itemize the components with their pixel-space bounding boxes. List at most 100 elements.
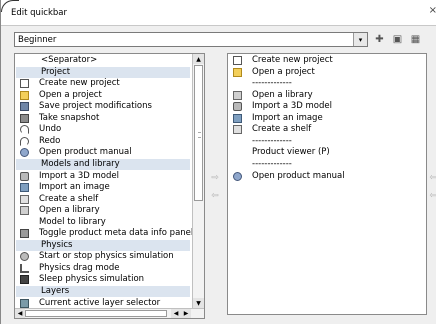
undo-icon xyxy=(20,125,29,135)
available-item-label: Open a project xyxy=(39,89,102,100)
quickbar-item-label: Product viewer (P) xyxy=(252,147,330,158)
available-item[interactable]: Create a shelf xyxy=(16,194,190,205)
scroll-right-icon[interactable]: ▶ xyxy=(181,309,191,318)
available-item-label: Redo xyxy=(39,135,61,146)
manual-icon xyxy=(233,171,242,181)
available-item[interactable]: Toggle product meta data info panel xyxy=(16,228,194,239)
redo-icon xyxy=(20,136,29,146)
available-item[interactable]: Start or stop physics simulation xyxy=(16,251,190,262)
quickbar-item-label: Import a 3D model xyxy=(252,101,332,112)
quickbar-item-label: Create new project xyxy=(252,55,333,65)
quickbar-item-label: Create a shelf xyxy=(252,124,312,135)
library-icon xyxy=(233,90,242,100)
available-item[interactable]: Open product manual xyxy=(16,147,190,158)
available-item-label: Physics drag mode xyxy=(39,262,120,273)
chevron-down-icon[interactable]: ▾ xyxy=(353,33,367,46)
move-up-icon[interactable]: ⇦ xyxy=(429,172,436,184)
available-item-label: Toggle product meta data info panel xyxy=(39,228,194,239)
available-item-label: Sleep physics simulation xyxy=(39,274,145,285)
available-item-label: Open product manual xyxy=(39,147,132,158)
scroll-left-end-icon[interactable]: ◀ xyxy=(171,309,181,318)
drag-icon xyxy=(20,263,29,273)
available-item[interactable]: Model to library xyxy=(16,217,190,228)
quickbar-item-label: Open product manual xyxy=(252,170,345,181)
available-item-label: Models and library xyxy=(41,158,120,169)
available-group-header[interactable]: Physics xyxy=(16,239,190,251)
available-item-label: Model to library xyxy=(39,216,106,227)
scroll-down-icon[interactable]: ▼ xyxy=(193,298,204,308)
quickbar-actions-list[interactable]: Create new project Open a project --------… xyxy=(227,53,427,315)
gear-icon xyxy=(20,252,29,262)
toggle-icon xyxy=(20,229,29,239)
available-item-label: Project xyxy=(41,66,71,77)
edit-quickbar-dialog: Edit quickbar × Beginner ▾ ✚ ▣ ▦ <Separa… xyxy=(0,0,436,324)
available-item[interactable]: Open a library xyxy=(16,205,190,216)
folder-icon xyxy=(233,67,242,77)
available-group-header[interactable]: Project xyxy=(16,66,190,78)
available-group-header[interactable]: Models and library xyxy=(16,158,190,170)
available-item-label: Open a library xyxy=(39,205,100,216)
save-icon xyxy=(20,102,29,112)
grid-icon[interactable]: ▦ xyxy=(408,32,423,47)
scroll-thumb[interactable] xyxy=(194,65,203,201)
available-item[interactable]: Undo xyxy=(16,124,190,135)
available-item-label: Create a shelf xyxy=(39,193,99,204)
shelf-icon xyxy=(233,125,242,135)
add-icon[interactable]: ✚ xyxy=(372,32,387,47)
available-item-label: Physics xyxy=(41,239,73,250)
available-item[interactable]: <Separator> xyxy=(16,55,190,66)
quickbar-item-label: Open a project xyxy=(252,66,315,77)
available-item[interactable]: Sleep physics simulation xyxy=(16,274,190,285)
layer-icon xyxy=(20,298,29,308)
available-item-label: Start or stop physics simulation xyxy=(39,251,174,262)
copy-icon[interactable]: ▣ xyxy=(390,32,405,47)
available-group-header[interactable]: Layers xyxy=(16,286,190,297)
scroll-left-icon[interactable]: ◀ xyxy=(15,309,25,318)
available-item[interactable]: Import a 3D model xyxy=(16,171,190,182)
available-item-label: <Separator> xyxy=(41,55,98,65)
available-item[interactable]: Take snapshot xyxy=(16,113,190,124)
add-to-quickbar-icon[interactable]: ⇨ xyxy=(209,172,221,184)
available-item-label: Take snapshot xyxy=(39,112,100,123)
library-icon xyxy=(20,206,29,216)
image-icon xyxy=(233,113,242,123)
scroll-up-icon[interactable]: ▲ xyxy=(193,54,204,64)
move-down-icon[interactable]: ⇦ xyxy=(429,190,436,202)
quickbar-preset-select[interactable]: Beginner ▾ xyxy=(14,32,368,47)
available-item-label: Create new project xyxy=(39,78,120,89)
window-title: Edit quickbar xyxy=(11,8,68,18)
horizontal-scrollbar[interactable]: ◀ ◀ ▶ xyxy=(15,308,204,318)
model-icon xyxy=(233,102,242,112)
vertical-scrollbar[interactable]: ▲ ▼ xyxy=(192,54,204,308)
available-item[interactable]: Import an image xyxy=(16,182,190,193)
preset-value: Beginner xyxy=(18,35,57,45)
image-icon xyxy=(20,183,29,193)
doc-icon xyxy=(233,56,242,65)
quickbar-item-label: Import an image xyxy=(252,112,323,123)
available-item[interactable]: Current active layer selector xyxy=(16,298,190,309)
shelf-icon xyxy=(20,194,29,204)
remove-from-quickbar-icon[interactable]: ⇦ xyxy=(209,190,221,202)
title-bar[interactable]: Edit quickbar × xyxy=(1,0,436,26)
grip-icon xyxy=(198,132,201,138)
folder-icon xyxy=(20,90,29,100)
snap-icon xyxy=(20,113,29,123)
hscroll-thumb[interactable] xyxy=(25,310,167,317)
available-actions-list[interactable]: <Separator> Project Create new project Open… xyxy=(14,53,205,319)
available-item-label: Import a 3D model xyxy=(39,170,119,181)
available-item[interactable]: Create new project xyxy=(16,78,190,89)
quickbar-item-label: ------------- xyxy=(252,78,292,89)
available-item[interactable]: Save project modifications xyxy=(16,101,190,112)
sleep-icon xyxy=(20,275,29,285)
available-item[interactable]: Open a project xyxy=(16,90,190,101)
available-item-label: Import an image xyxy=(39,182,110,193)
available-item[interactable]: Redo xyxy=(16,136,190,147)
model-icon xyxy=(20,171,29,181)
close-icon[interactable]: × xyxy=(429,5,436,16)
doc-icon xyxy=(20,79,29,89)
available-item-label: Current active layer selector xyxy=(39,297,161,308)
quickbar-item-label: Open a library xyxy=(252,89,313,100)
available-item-label: Save project modifications xyxy=(39,101,152,112)
available-item[interactable]: Physics drag mode xyxy=(16,263,190,274)
manual-icon xyxy=(20,148,29,158)
